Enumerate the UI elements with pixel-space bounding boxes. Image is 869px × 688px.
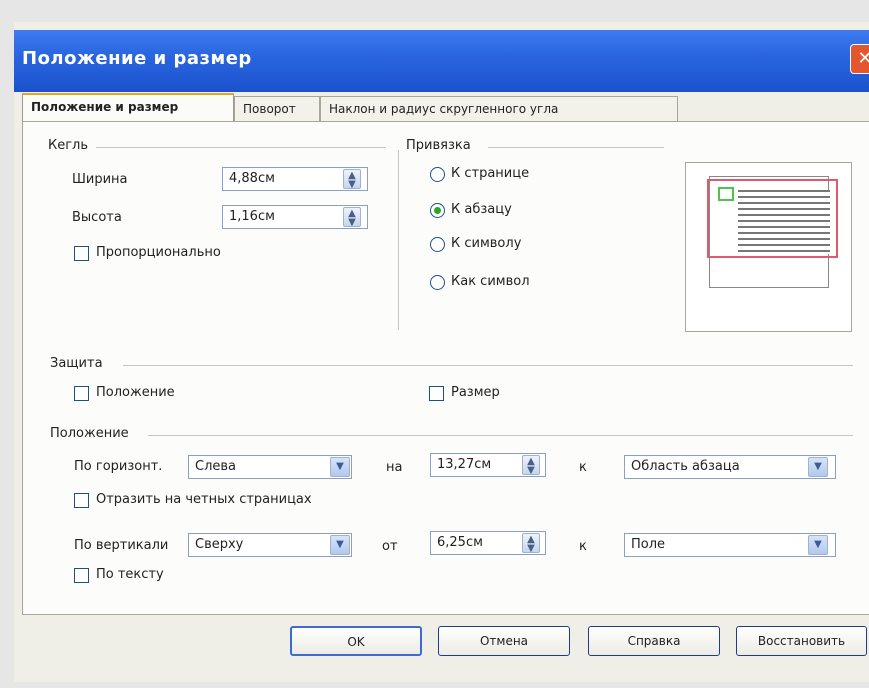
- position-preview: [685, 162, 852, 332]
- vertical-select[interactable]: Сверху: [188, 533, 352, 557]
- follow-text-checkbox[interactable]: [74, 568, 89, 583]
- size-legend: Кегль: [48, 138, 89, 153]
- anchor-char-label: К символу: [451, 236, 522, 251]
- vertical-target-dropdown-icon[interactable]: ▼: [808, 535, 828, 555]
- anchor-divider: [488, 147, 664, 148]
- horizontal-label: По горизонт.: [74, 459, 163, 474]
- vertical-by-label: от: [382, 539, 398, 554]
- cancel-button[interactable]: Отмена: [438, 626, 570, 656]
- position-divider: [148, 435, 853, 436]
- vertical-to-label: к: [579, 539, 587, 554]
- anchor-legend: Привязка: [406, 138, 471, 153]
- vertical-spinner-icon[interactable]: ▲ ▼: [522, 533, 540, 554]
- horizontal-to-label: к: [579, 460, 587, 475]
- horizontal-select[interactable]: Слева: [188, 455, 352, 479]
- position-legend: Положение: [50, 426, 129, 441]
- width-spinner-icon[interactable]: ▲ ▼: [343, 169, 361, 190]
- tab-slant-corner[interactable]: Наклон и радиус скругленного угла: [320, 96, 678, 121]
- anchor-as-char-radio[interactable]: [430, 275, 445, 290]
- tab-position-size[interactable]: Положение и размер: [22, 93, 234, 122]
- protect-size-label: Размер: [451, 385, 500, 400]
- proportional-checkbox[interactable]: [74, 246, 89, 261]
- tab-rotation[interactable]: Поворот: [234, 96, 320, 121]
- mirror-checkbox[interactable]: [74, 493, 89, 508]
- width-label: Ширина: [72, 172, 128, 187]
- height-spinner-icon[interactable]: ▲ ▼: [343, 207, 361, 228]
- preview-object: [718, 187, 734, 201]
- horizontal-dropdown-icon[interactable]: ▼: [330, 457, 350, 477]
- vertical-dropdown-icon[interactable]: ▼: [330, 535, 350, 555]
- ok-button[interactable]: OK: [290, 626, 422, 656]
- horizontal-target-dropdown-icon[interactable]: ▼: [808, 457, 828, 477]
- anchor-as-char-label: Как символ: [451, 274, 530, 289]
- reset-button[interactable]: Восстановить: [736, 626, 867, 656]
- height-label: Высота: [72, 210, 122, 225]
- size-divider: [96, 147, 386, 148]
- anchor-page-radio[interactable]: [430, 167, 445, 182]
- anchor-page-label: К странице: [451, 166, 530, 181]
- protect-size-checkbox[interactable]: [429, 386, 444, 401]
- horizontal-by-label: на: [386, 460, 403, 475]
- protect-position-label: Положение: [96, 385, 175, 400]
- help-button[interactable]: Справка: [588, 626, 720, 656]
- protect-divider: [123, 365, 853, 366]
- horizontal-target-select[interactable]: Область абзаца: [624, 455, 836, 479]
- anchor-paragraph-radio[interactable]: [430, 203, 445, 218]
- window-title: Положение и размер: [22, 48, 252, 69]
- anchor-paragraph-label: К абзацу: [451, 202, 512, 217]
- protect-position-checkbox[interactable]: [74, 386, 89, 401]
- anchor-char-radio[interactable]: [430, 237, 445, 252]
- proportional-label: Пропорционально: [96, 245, 221, 260]
- vertical-target-select[interactable]: Поле: [624, 533, 836, 557]
- close-icon[interactable]: ✕: [850, 44, 869, 74]
- preview-text-lines: [738, 190, 830, 254]
- protect-legend: Защита: [50, 356, 103, 371]
- mirror-label: Отразить на четных страницах: [96, 492, 312, 507]
- horizontal-spinner-icon[interactable]: ▲ ▼: [522, 455, 540, 476]
- follow-text-label: По тексту: [96, 567, 164, 582]
- group-separator: [398, 150, 399, 330]
- vertical-label: По вертикали: [74, 538, 169, 553]
